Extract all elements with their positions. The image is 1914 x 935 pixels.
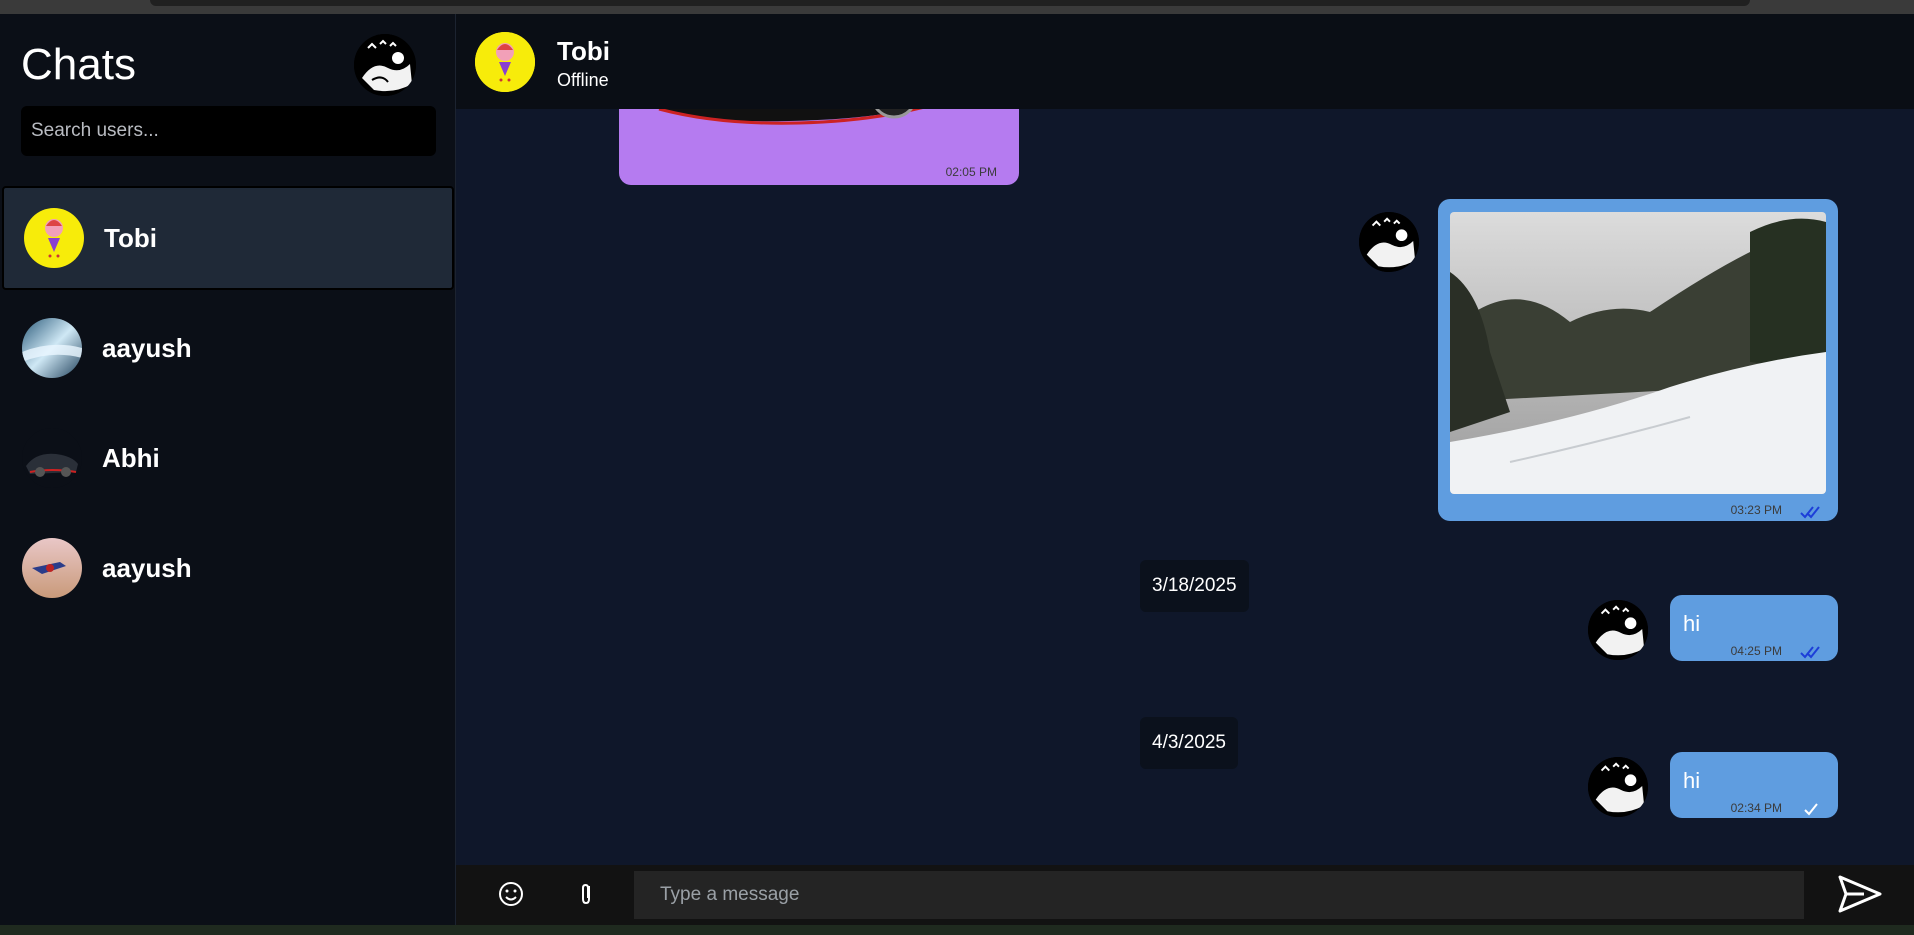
avatar — [22, 318, 82, 378]
sidebar-title: Chats — [21, 40, 136, 89]
avatar — [22, 538, 82, 598]
snow-landscape-image[interactable] — [1450, 212, 1826, 494]
double-check-icon — [1800, 506, 1820, 519]
message-time: 04:25 PM — [1730, 644, 1782, 658]
message-input[interactable] — [634, 871, 1804, 919]
date-separator: 3/18/2025 — [1140, 560, 1249, 612]
message-text: hi — [1683, 768, 1701, 793]
double-check-icon — [1800, 646, 1820, 659]
emoji-icon[interactable] — [494, 877, 528, 911]
message-time: 02:05 PM — [945, 165, 997, 179]
received-image-message[interactable]: 02:05 PM — [619, 109, 1019, 185]
send-icon[interactable] — [1834, 871, 1884, 917]
contact-status: Offline — [557, 70, 609, 90]
taskbar-strip — [0, 925, 1914, 935]
car-image — [658, 109, 923, 125]
current-user-avatar[interactable] — [354, 34, 416, 96]
sidebar: Chats Search users... Tobi aayush Abhi a… — [0, 14, 456, 925]
contact-avatar[interactable] — [475, 32, 535, 92]
sent-image-message[interactable]: 03:23 PM — [1438, 199, 1838, 521]
attachment-icon[interactable] — [570, 877, 604, 911]
user-name: Abhi — [102, 442, 160, 473]
avatar — [24, 208, 84, 268]
user-list: Tobi aayush Abhi aayush — [0, 186, 456, 626]
contact-name: Tobi — [557, 36, 610, 66]
chat-app: Chats Search users... Tobi aayush Abhi a… — [0, 14, 1914, 925]
avatar — [22, 428, 82, 488]
user-item-aayush-2[interactable]: aayush — [0, 516, 456, 620]
user-name: aayush — [102, 552, 192, 583]
single-check-icon — [1804, 803, 1818, 816]
message-text: hi — [1683, 611, 1701, 636]
browser-tab-bar — [150, 0, 1750, 6]
sender-avatar — [1588, 600, 1648, 660]
sender-avatar — [1588, 757, 1648, 817]
sender-avatar — [1359, 212, 1419, 272]
user-name: Tobi — [104, 222, 157, 253]
message-composer — [456, 865, 1914, 925]
chat-pane: Tobi Offline 02:05 PM 03:23 PM 3/18/2025… — [456, 14, 1914, 925]
message-time: 03:23 PM — [1730, 503, 1782, 517]
sent-text-message[interactable]: hi 04:25 PM — [1670, 595, 1838, 661]
chat-header: Tobi Offline — [456, 14, 1914, 109]
browser-top-strip — [0, 0, 1914, 14]
message-list[interactable]: 02:05 PM 03:23 PM 3/18/2025 hi 04:25 PM … — [456, 109, 1914, 865]
search-users-input[interactable] — [21, 106, 436, 156]
message-time: 02:34 PM — [1730, 801, 1782, 815]
user-item-abhi[interactable]: Abhi — [0, 406, 456, 510]
user-item-aayush[interactable]: aayush — [0, 296, 456, 400]
user-name: aayush — [102, 332, 192, 363]
sent-text-message[interactable]: hi 02:34 PM — [1670, 752, 1838, 818]
date-separator: 4/3/2025 — [1140, 717, 1238, 769]
user-item-tobi[interactable]: Tobi — [2, 186, 454, 290]
